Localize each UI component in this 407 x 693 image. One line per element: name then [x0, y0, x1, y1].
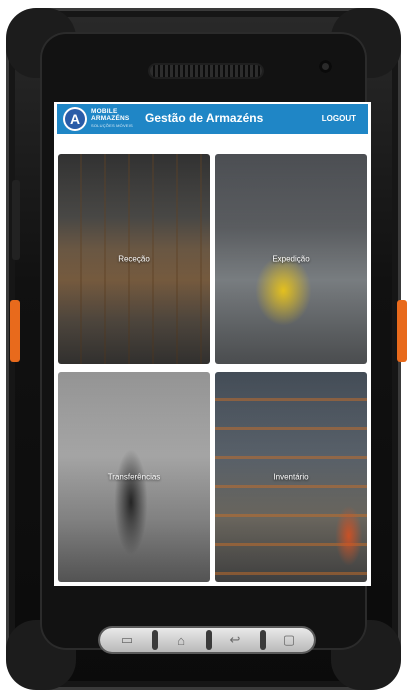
earpiece-speaker: [150, 65, 262, 77]
logout-button[interactable]: LOGOUT: [322, 114, 356, 123]
logo-letter: A: [69, 111, 81, 127]
app-logo-icon: A: [63, 107, 87, 131]
recent-apps-icon[interactable]: ▭: [108, 631, 146, 649]
volume-button[interactable]: [12, 180, 20, 260]
nav-separator: [206, 630, 212, 650]
tile-inventario[interactable]: Inventário: [215, 372, 367, 582]
tile-label: Inventário: [273, 472, 309, 482]
scan-key-left[interactable]: [10, 300, 20, 362]
brand-line2: ARMAZÉNS: [91, 115, 130, 122]
tile-transferencias[interactable]: Transferências: [58, 372, 210, 582]
tile-label: Receção: [118, 254, 150, 264]
tile-label: Transferências: [107, 472, 161, 482]
menu-icon[interactable]: ▢: [270, 631, 308, 649]
tile-label: Expedição: [272, 254, 310, 264]
nav-separator: [260, 630, 266, 650]
page-title: Gestão de Armazéns: [145, 111, 264, 125]
tile-expedicao[interactable]: Expedição: [215, 154, 367, 364]
app-screen: A MOBILE ARMAZÉNS SOLUÇÕES MÓVEIS Gestão…: [54, 102, 371, 586]
tile-rececao[interactable]: Receção: [58, 154, 210, 364]
brand-line1: MOBILE: [91, 108, 118, 115]
hardware-nav-bar: ▭ ⌂ ↩ ▢: [100, 628, 314, 652]
front-camera: [319, 60, 332, 73]
brand-text: MOBILE ARMAZÉNS SOLUÇÕES MÓVEIS: [91, 108, 133, 129]
scan-key-right[interactable]: [397, 300, 407, 362]
app-header: A MOBILE ARMAZÉNS SOLUÇÕES MÓVEIS Gestão…: [57, 104, 368, 134]
back-icon[interactable]: ↩: [216, 631, 254, 649]
home-icon[interactable]: ⌂: [162, 631, 200, 649]
brand-tagline: SOLUÇÕES MÓVEIS: [91, 123, 133, 128]
nav-separator: [152, 630, 158, 650]
